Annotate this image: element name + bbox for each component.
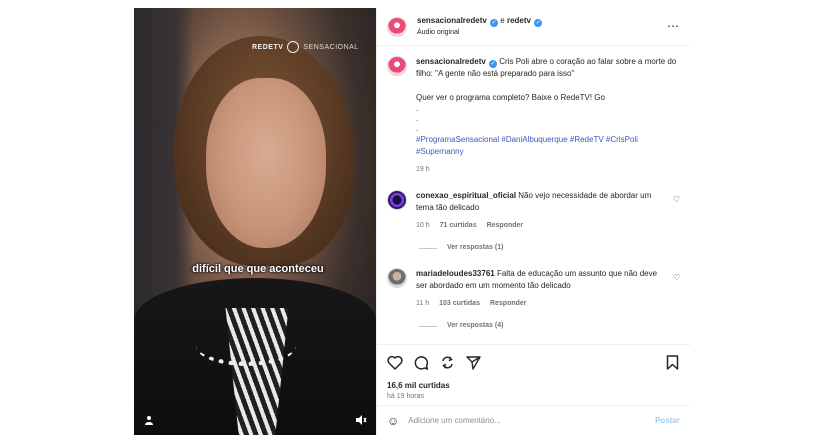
post-caption: sensacionalredetv ✓ Cris Poli abre o cor… (387, 56, 680, 176)
comment-likes[interactable]: 103 curtidas (439, 298, 480, 310)
post-header: sensacionalredetv ✓ e redetv ✓ Áudio ori… (377, 8, 690, 46)
reply-button[interactable]: Responder (490, 298, 527, 310)
comment-meta: 11 h 103 curtidas Responder (416, 298, 662, 310)
caption-dot: . (416, 124, 419, 133)
comment-input[interactable] (408, 416, 656, 425)
video-subtitle: difícil que que aconteceu (192, 263, 324, 275)
post-modal: REDETV SENSACIONAL difícil que que acont… (134, 8, 690, 435)
bookmark-icon[interactable] (664, 354, 680, 370)
comment-time: 11 h (416, 300, 430, 307)
caption-body: sensacionalredetv ✓ Cris Poli abre o cor… (416, 56, 680, 176)
caption-hashtags[interactable]: #ProgramaSensacional #DaniAlbuquerque #R… (416, 134, 680, 158)
comment-like-icon[interactable]: ♡ (673, 194, 680, 206)
audio-label[interactable]: Áudio original (417, 27, 542, 38)
share-icon[interactable] (439, 354, 455, 370)
watermark-brand: REDETV (252, 43, 284, 51)
video-subject-necklace (196, 326, 296, 366)
avatar[interactable] (387, 190, 407, 210)
video-subject-face (206, 78, 326, 248)
replies-line (419, 325, 437, 327)
emoji-icon[interactable]: ☺ (387, 414, 399, 428)
avatar[interactable] (387, 56, 407, 76)
post-panel: sensacionalredetv ✓ e redetv ✓ Áudio ori… (376, 8, 690, 435)
post-actions: 16,6 mil curtidas há 19 horas (377, 344, 690, 400)
more-options-icon[interactable]: ⋯ (667, 20, 680, 32)
post-age: há 19 horas (387, 393, 424, 400)
collab-connector: e (500, 16, 505, 25)
video-player[interactable]: REDETV SENSACIONAL difícil que que acont… (134, 8, 376, 435)
speaker-icon[interactable] (354, 413, 368, 427)
caption-dot: . (416, 114, 419, 123)
caption-time: 19 h (416, 166, 430, 173)
comment-item: conexao_espiritual_oficial Não vejo nece… (387, 190, 680, 232)
comment-body: mariadeloudes33761 Falta de educação um … (416, 268, 680, 310)
comment-username[interactable]: mariadeloudes33761 (416, 269, 495, 278)
comment-icon[interactable] (413, 354, 429, 370)
author-username[interactable]: sensacionalredetv (417, 16, 487, 25)
avatar[interactable] (387, 268, 407, 288)
verified-icon: ✓ (489, 60, 498, 68)
comment-username[interactable]: conexao_espiritual_oficial (416, 191, 516, 200)
view-replies-button[interactable]: Ver respostas (4) (419, 320, 680, 332)
view-replies-button[interactable]: Ver respostas (1) (419, 242, 680, 254)
view-replies-label: Ver respostas (1) (447, 244, 504, 251)
watermark-show: SENSACIONAL (303, 43, 359, 51)
comment-item: mariadeloudes33761 Falta de educação um … (387, 268, 680, 310)
comment-composer: ☺ Postar (377, 405, 690, 435)
post-comment-button[interactable]: Postar (655, 416, 680, 425)
comment-meta: 10 h 71 curtidas Responder (416, 220, 662, 232)
verified-icon: ✓ (490, 19, 499, 27)
likes-count[interactable]: 16,6 mil curtidas (387, 381, 680, 390)
caption-dot: . (416, 104, 419, 113)
avatar[interactable] (387, 16, 407, 37)
heart-icon[interactable] (387, 354, 403, 370)
comments-scroll[interactable]: sensacionalredetv ✓ Cris Poli abre o cor… (377, 46, 690, 332)
view-replies-label: Ver respostas (4) (447, 322, 504, 329)
channel-watermark: REDETV SENSACIONAL (252, 41, 359, 53)
collab-username[interactable]: redetv (507, 16, 531, 25)
user-icon[interactable] (142, 413, 156, 427)
send-icon[interactable] (465, 354, 481, 370)
caption-username[interactable]: sensacionalredetv (416, 57, 486, 66)
action-bar (387, 345, 680, 379)
replies-line (419, 247, 437, 249)
caption-cta: Quer ver o programa completo? Baixe o Re… (416, 93, 605, 102)
author-info: sensacionalredetv ✓ e redetv ✓ Áudio ori… (417, 15, 543, 38)
comment-like-icon[interactable]: ♡ (673, 272, 680, 284)
comment-time: 10 h (416, 222, 430, 229)
reply-button[interactable]: Responder (487, 220, 524, 232)
verified-icon: ✓ (534, 19, 543, 27)
comment-likes[interactable]: 71 curtidas (440, 220, 477, 232)
author-line: sensacionalredetv ✓ e redetv ✓ (417, 15, 543, 27)
comment-body: conexao_espiritual_oficial Não vejo nece… (416, 190, 680, 232)
watermark-logo-icon (287, 41, 300, 53)
